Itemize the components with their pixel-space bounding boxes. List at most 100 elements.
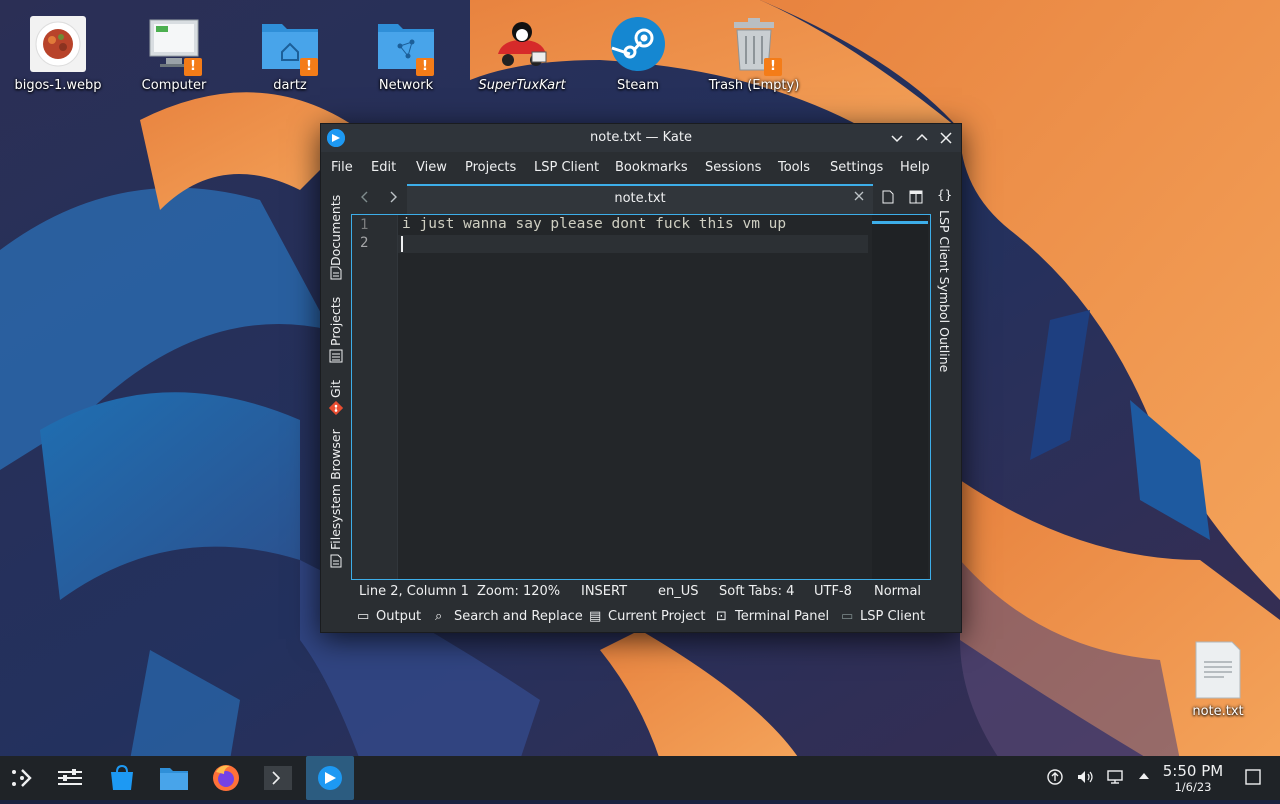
file-manager-launcher[interactable] xyxy=(158,762,190,794)
kate-task-button[interactable] xyxy=(306,756,354,800)
shopping-bag-icon xyxy=(111,764,133,790)
panel-tab-projects[interactable]: Projects xyxy=(328,290,346,346)
menu-bookmarks[interactable]: Bookmarks xyxy=(615,160,688,175)
desktop-icon-note[interactable]: note.txt xyxy=(1168,630,1268,719)
close-button[interactable] xyxy=(936,128,956,148)
menu-help[interactable]: Help xyxy=(900,160,930,175)
desktop-icon-label: Trash (Empty) xyxy=(708,78,800,93)
tab-bar: note.txt xyxy=(351,184,931,214)
terminal-icon: ⊡ xyxy=(716,609,727,624)
panel-tab-git[interactable]: Git xyxy=(328,374,346,398)
chevron-up-icon xyxy=(916,133,928,141)
indent-settings[interactable]: Soft Tabs: 4 xyxy=(719,584,794,599)
encoding[interactable]: UTF-8 xyxy=(814,584,852,599)
maximize-button[interactable] xyxy=(912,128,932,148)
home-folder-icon: ! xyxy=(260,14,320,76)
document-icon xyxy=(330,554,342,568)
desktop-icon-network[interactable]: ! Network xyxy=(356,4,456,93)
desktop-icon-label: dartz xyxy=(273,78,307,93)
kate-icon xyxy=(318,766,342,790)
new-document-icon[interactable] xyxy=(881,190,895,208)
desktop-icon-label: note.txt xyxy=(1192,704,1244,719)
toolview-search-replace[interactable]: ⌕ Search and Replace xyxy=(435,609,583,624)
tab-title: note.txt xyxy=(614,191,666,206)
warning-badge-icon: ! xyxy=(764,58,782,76)
application-launcher-button[interactable] xyxy=(6,762,38,794)
network-folder-icon: ! xyxy=(376,14,436,76)
firefox-icon xyxy=(213,765,239,791)
warning-badge-icon: ! xyxy=(184,58,202,76)
firefox-launcher[interactable] xyxy=(210,762,242,794)
window-titlebar[interactable]: note.txt — Kate xyxy=(321,124,961,152)
desktop-icon-computer[interactable]: ! Computer xyxy=(124,4,224,93)
steam-icon xyxy=(608,14,668,74)
line-number-gutter: 1 2 xyxy=(352,215,398,579)
menu-file[interactable]: File xyxy=(331,160,353,175)
editor-area[interactable]: 1 2 i just wanna say please dont fuck th… xyxy=(351,214,931,580)
clock-date[interactable]: 1/6/23 xyxy=(1160,780,1226,794)
desktop-icon-bigos[interactable]: bigos-1.webp xyxy=(8,4,108,93)
menu-edit[interactable]: Edit xyxy=(371,160,396,175)
toolview-current-project[interactable]: ▤ Current Project xyxy=(589,609,705,624)
desktop-icon-supertuxkart[interactable]: SuperTuxKart xyxy=(472,4,572,93)
toolview-terminal[interactable]: ⊡ Terminal Panel xyxy=(716,609,829,624)
close-icon xyxy=(940,132,952,144)
warning-badge-icon: ! xyxy=(416,58,434,76)
desktop-icon-home-folder[interactable]: ! dartz xyxy=(240,4,340,93)
updates-icon[interactable] xyxy=(1046,768,1064,790)
image-file-icon xyxy=(28,14,88,74)
minimize-button[interactable] xyxy=(887,128,907,148)
panel-tab-lsp-symbol-outline[interactable]: LSP Client Symbol Outline xyxy=(937,210,952,372)
toolview-lsp-client[interactable]: ▭ LSP Client xyxy=(841,609,925,624)
menu-bar: File Edit View Projects LSP Client Bookm… xyxy=(321,154,961,182)
edit-mode[interactable]: INSERT xyxy=(581,584,627,599)
symbol-outline-icon[interactable]: {} xyxy=(937,188,952,202)
konsole-launcher[interactable] xyxy=(262,762,294,794)
line-number: 1 xyxy=(360,217,369,233)
volume-icon[interactable] xyxy=(1076,768,1094,790)
computer-icon: ! xyxy=(144,14,204,76)
spell-language[interactable]: en_US xyxy=(658,584,699,599)
desktop-icon-steam[interactable]: Steam xyxy=(588,4,688,93)
comment-icon: ▭ xyxy=(357,609,370,624)
tray-expand-icon[interactable] xyxy=(1136,768,1152,788)
cursor-position[interactable]: Line 2, Column 1 xyxy=(359,584,469,599)
tab-close-icon[interactable] xyxy=(853,190,865,206)
menu-settings[interactable]: Settings xyxy=(830,160,883,175)
desktop-icon-label: Network xyxy=(378,78,434,93)
bottom-toolview-bar: ▭ Output ⌕ Search and Replace ▤ Current Pro… xyxy=(351,607,931,629)
split-view-icon[interactable] xyxy=(909,190,923,208)
show-desktop-icon[interactable] xyxy=(1244,768,1262,790)
window-title: note.txt — Kate xyxy=(590,130,692,145)
zoom-level[interactable]: Zoom: 120% xyxy=(477,584,560,599)
terminal-icon xyxy=(264,766,292,790)
desktop-icon-label: bigos-1.webp xyxy=(14,78,102,93)
menu-tools[interactable]: Tools xyxy=(778,160,810,175)
menu-sessions[interactable]: Sessions xyxy=(705,160,761,175)
menu-lsp-client[interactable]: LSP Client xyxy=(534,160,599,175)
nav-forward-icon[interactable] xyxy=(385,189,401,209)
discover-store-launcher[interactable] xyxy=(106,762,138,794)
document-icon xyxy=(330,266,342,280)
toolview-output[interactable]: ▭ Output xyxy=(357,609,421,624)
clock-time[interactable]: 5:50 PM xyxy=(1160,762,1226,780)
menu-view[interactable]: View xyxy=(416,160,447,175)
git-icon xyxy=(329,401,343,415)
line-number: 2 xyxy=(360,235,369,251)
system-settings-launcher[interactable] xyxy=(54,762,86,794)
nav-back-icon[interactable] xyxy=(357,189,373,209)
kate-window[interactable]: note.txt — Kate File Edit View Projects … xyxy=(320,123,962,633)
panel-tab-filesystem-browser[interactable]: Filesystem Browser xyxy=(328,426,346,550)
folder-icon xyxy=(160,768,188,790)
input-mode[interactable]: Normal xyxy=(874,584,921,599)
tab-note-txt[interactable]: note.txt xyxy=(407,184,873,214)
minimap-scrollbar[interactable] xyxy=(872,215,928,579)
menu-projects[interactable]: Projects xyxy=(465,160,516,175)
panel-tab-documents[interactable]: Documents xyxy=(328,188,346,266)
project-icon: ▤ xyxy=(589,609,602,624)
lsp-icon: ▭ xyxy=(841,609,854,624)
code-line[interactable]: i just wanna say please dont fuck this v… xyxy=(402,216,786,232)
network-icon[interactable] xyxy=(1106,768,1124,790)
desktop-icon-label: SuperTuxKart xyxy=(478,78,566,93)
desktop-icon-trash[interactable]: ! Trash (Empty) xyxy=(704,4,804,93)
